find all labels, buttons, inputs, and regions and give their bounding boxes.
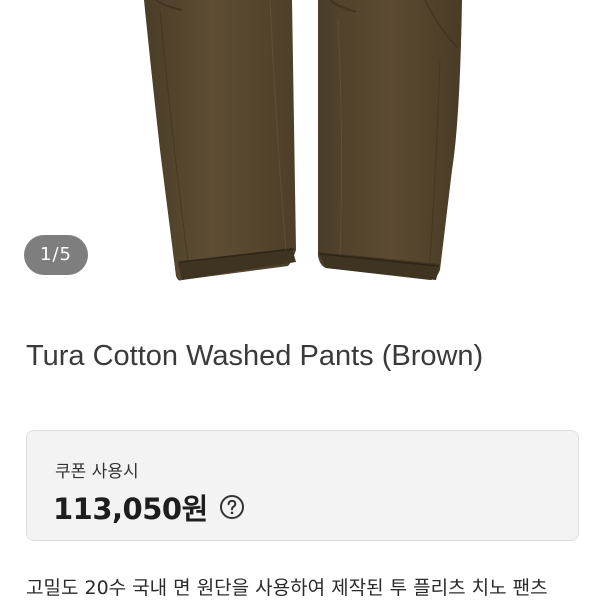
product-description: 고밀도 20수 국내 면 원단을 사용하여 제작된 투 플리츠 치노 팬츠 bbox=[26, 577, 548, 599]
image-counter: 1/5 bbox=[24, 235, 88, 275]
coupon-price: 113,050원 bbox=[53, 492, 208, 526]
product-image[interactable]: 1/5 bbox=[0, 0, 607, 300]
coupon-label: 쿠폰 사용시 bbox=[55, 462, 139, 482]
product-title: Tura Cotton Washed Pants (Brown) bbox=[26, 340, 484, 372]
pants-illustration bbox=[144, 0, 462, 281]
question-circle-icon[interactable] bbox=[219, 494, 245, 520]
coupon-price-card: 쿠폰 사용시 113,050원 bbox=[26, 430, 579, 541]
price-row: 113,050원 bbox=[53, 487, 245, 527]
product-page: 1/5 Tura Cotton Washed Pants (Brown) 쿠폰 … bbox=[0, 0, 607, 607]
